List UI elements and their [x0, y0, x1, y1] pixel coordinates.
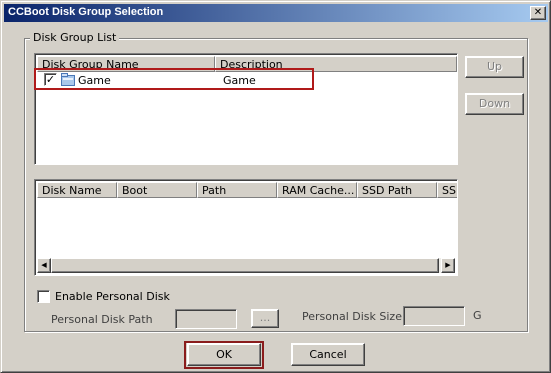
personal-disk-size-label: Personal Disk Size [302, 310, 402, 323]
close-icon: ✕ [533, 7, 543, 18]
column-header-description[interactable]: Description [215, 56, 457, 72]
scroll-left-button[interactable]: ◀ [37, 258, 51, 273]
personal-disk-size-field[interactable] [403, 306, 465, 326]
column-header-disk-name[interactable]: Disk Name [37, 182, 117, 198]
ok-button[interactable]: OK [187, 343, 261, 366]
disk-group-row[interactable]: ✓ Game Game [37, 71, 457, 89]
column-header-ram-cache[interactable]: RAM Cache... [277, 182, 357, 198]
column-header-boot[interactable]: Boot [117, 182, 197, 198]
scroll-right-button[interactable]: ▶ [441, 258, 455, 273]
disk-group-icon [61, 73, 75, 86]
disk-list-header: Disk Name Boot Path RAM Cache... SSD Pat… [37, 182, 457, 198]
disk-group-list-header: Disk Group Name Description [37, 56, 457, 72]
checkmark-icon: ✓ [45, 73, 56, 86]
disk-group-description-cell: Game [223, 74, 256, 87]
scroll-left-arrow-icon: ◀ [41, 261, 47, 269]
dialog-window: CCBoot Disk Group Selection ✕ Disk Group… [0, 0, 551, 373]
column-header-ssd-path[interactable]: SSD Path [357, 182, 437, 198]
disk-group-name-cell: Game [78, 74, 111, 87]
close-button[interactable]: ✕ [530, 6, 546, 20]
cancel-button[interactable]: Cancel [291, 343, 365, 366]
enable-personal-disk-checkbox[interactable] [37, 290, 50, 303]
personal-disk-path-field[interactable] [175, 309, 237, 329]
browse-button[interactable]: ... [251, 309, 279, 328]
personal-disk-path-label: Personal Disk Path [51, 313, 153, 326]
scrollbar-thumb[interactable] [51, 258, 439, 273]
up-button[interactable]: Up [465, 56, 524, 78]
down-button[interactable]: Down [465, 93, 524, 115]
column-header-path[interactable]: Path [197, 182, 277, 198]
disk-group-list[interactable]: Disk Group Name Description ✓ Game Game [34, 53, 458, 165]
disk-group-checkbox[interactable]: ✓ [44, 73, 57, 86]
group-legend: Disk Group List [30, 31, 120, 44]
window-title: CCBoot Disk Group Selection [8, 6, 164, 18]
size-unit-label: G [473, 309, 482, 322]
horizontal-scrollbar[interactable]: ◀ ▶ [37, 258, 455, 273]
column-header-ssd[interactable]: SSD [437, 182, 457, 198]
scroll-right-arrow-icon: ▶ [445, 261, 451, 269]
column-header-disk-group-name[interactable]: Disk Group Name [37, 56, 215, 72]
disk-list[interactable]: Disk Name Boot Path RAM Cache... SSD Pat… [34, 179, 458, 276]
enable-personal-disk-label: Enable Personal Disk [55, 290, 170, 303]
title-bar[interactable]: CCBoot Disk Group Selection ✕ [4, 4, 548, 22]
